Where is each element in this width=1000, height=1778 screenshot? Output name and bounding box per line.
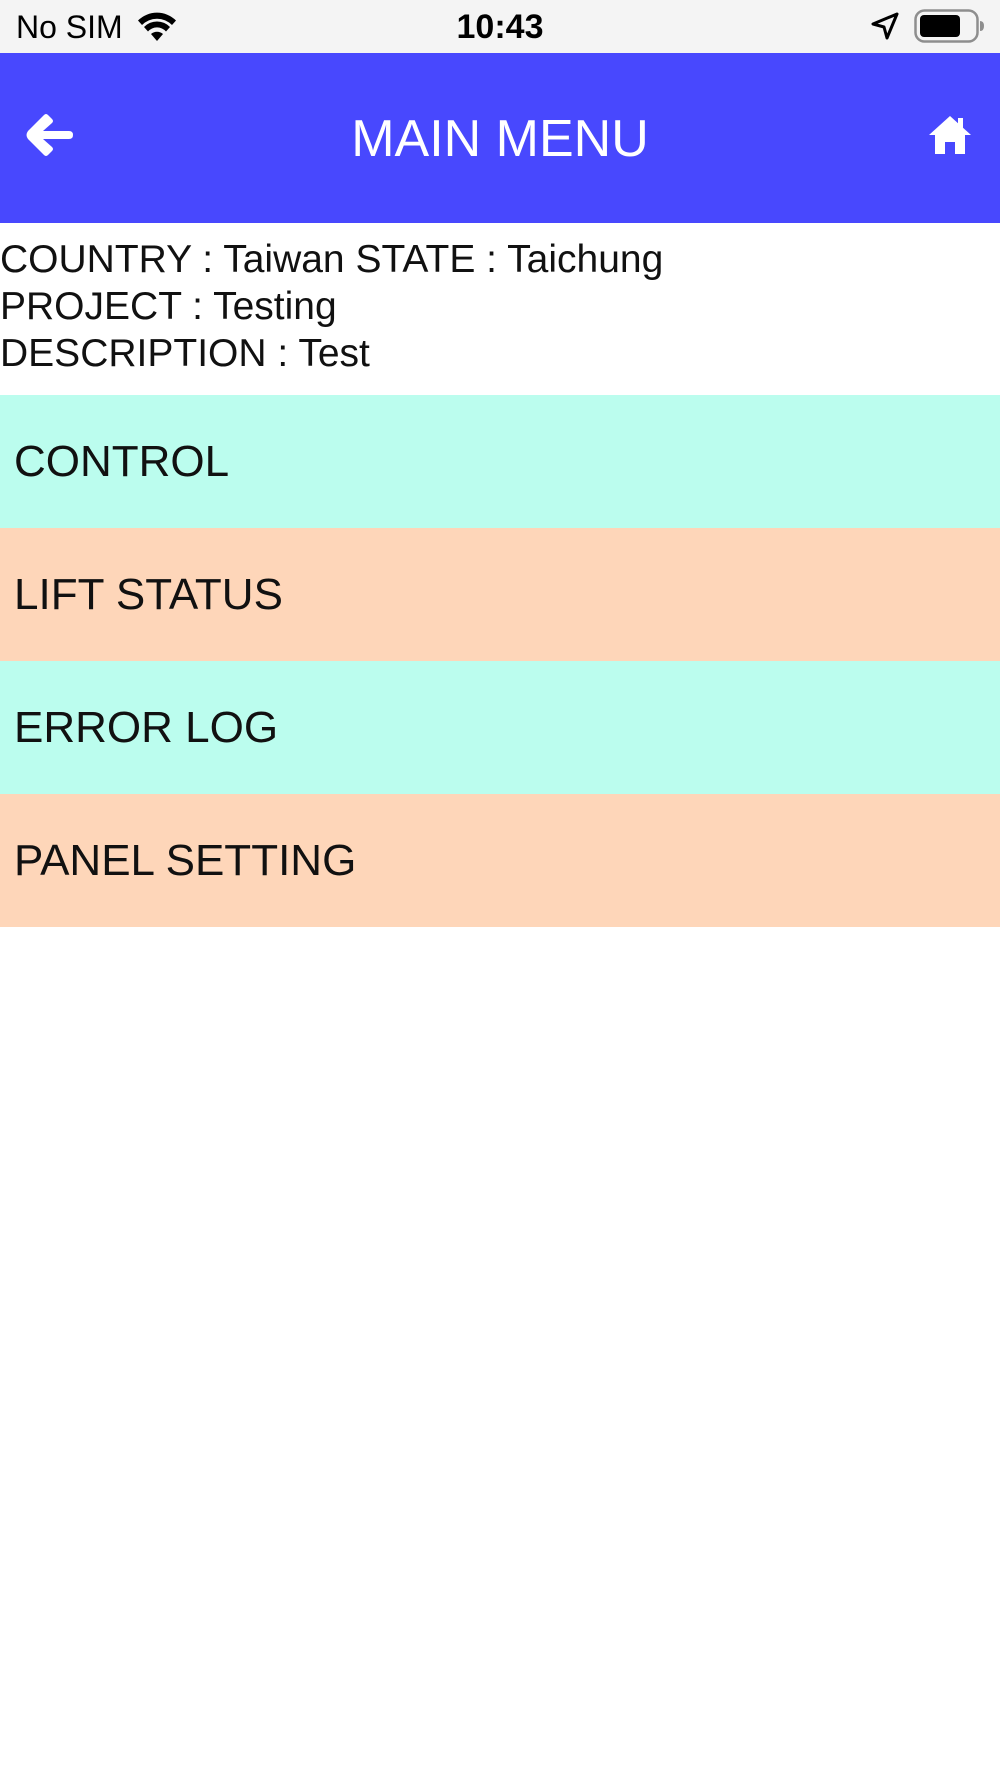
home-button[interactable] xyxy=(920,105,980,165)
header-bar: MAIN MENU xyxy=(0,53,1000,223)
battery-icon xyxy=(914,9,984,43)
location-arrow-icon xyxy=(871,12,899,40)
menu-item-label: CONTROL xyxy=(14,436,230,486)
menu-item-label: PANEL SETTING xyxy=(14,835,357,885)
menu-item-error-log[interactable]: ERROR LOG xyxy=(0,661,1000,794)
screen: No SIM 10:43 MAIN MENU COUNTRY: Taiwan … xyxy=(0,0,1000,1778)
menu-item-lift-status[interactable]: LIFT STATUS xyxy=(0,528,1000,661)
country-state-text: COUNTRY : Taiwan STATE : Taichung xyxy=(0,238,664,281)
menu-item-panel-setting[interactable]: PANEL SETTING xyxy=(0,794,1000,927)
project-text: PROJECT : Testing xyxy=(0,285,337,328)
main-menu-list: CONTROL LIFT STATUS ERROR LOG PANEL SETT… xyxy=(0,395,1000,927)
menu-item-label: LIFT STATUS xyxy=(14,569,283,619)
description-text: DESCRIPTION : Test xyxy=(0,332,370,375)
menu-item-label: ERROR LOG xyxy=(14,702,279,752)
project-info: COUNTRY : Taiwan STATE : Taichung PROJEC… xyxy=(0,236,1000,377)
home-icon xyxy=(929,116,971,154)
status-time: 10:43 xyxy=(456,8,544,46)
page-title: MAIN MENU xyxy=(351,110,649,168)
status-bar: No SIM 10:43 xyxy=(0,0,1000,53)
status-icons xyxy=(870,9,986,43)
menu-item-control[interactable]: CONTROL xyxy=(0,395,1000,528)
